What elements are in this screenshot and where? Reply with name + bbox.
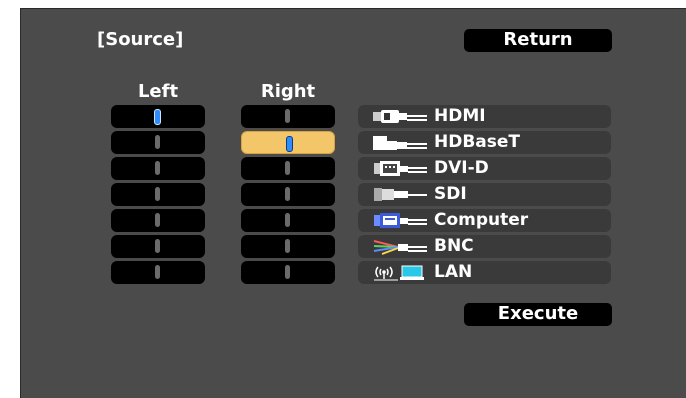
- slot-indicator: [285, 239, 290, 253]
- right-slot-dvi-d[interactable]: [241, 157, 335, 180]
- computer-icon: [374, 213, 427, 228]
- right-slot-sdi[interactable]: [241, 183, 335, 206]
- right-slot-bnc[interactable]: [241, 235, 335, 258]
- sdi-icon: [374, 188, 427, 201]
- left-slot-lan[interactable]: [111, 261, 205, 284]
- slot-indicator: [285, 265, 290, 279]
- slot-indicator: [155, 239, 160, 253]
- left-slot-dvi-d[interactable]: [111, 157, 205, 180]
- slot-indicator: [155, 161, 160, 175]
- source-item-dvi-d[interactable]: DVI-D: [358, 157, 611, 180]
- source-item-computer[interactable]: Computer: [358, 209, 611, 232]
- source-label: HDMI: [434, 106, 486, 126]
- source-label: HDBaseT: [434, 132, 521, 152]
- right-slot-lan[interactable]: [241, 261, 335, 284]
- slot-indicator: [155, 187, 160, 201]
- slot-indicator: [286, 136, 293, 152]
- right-slot-hdbaset[interactable]: [241, 131, 335, 154]
- slot-indicator: [154, 109, 161, 125]
- left-slot-bnc[interactable]: [111, 235, 205, 258]
- source-label: BNC: [434, 236, 474, 256]
- source-item-hdbaset[interactable]: HDBaseT: [358, 131, 611, 154]
- left-slot-sdi[interactable]: [111, 183, 205, 206]
- slot-indicator: [285, 109, 290, 123]
- slot-indicator: [285, 213, 290, 227]
- source-label: SDI: [434, 184, 467, 204]
- page-title: [Source]: [97, 29, 184, 50]
- source-label: Computer: [434, 210, 529, 230]
- lan-icon: [374, 265, 424, 281]
- source-label: LAN: [434, 262, 473, 282]
- slot-indicator: [155, 265, 160, 279]
- left-column-header: Left: [137, 81, 179, 102]
- slot-indicator: [155, 213, 160, 227]
- left-slot-hdbaset[interactable]: [111, 131, 205, 154]
- slot-indicator: [285, 161, 290, 175]
- source-item-lan[interactable]: LAN: [358, 261, 611, 284]
- left-slot-hdmi[interactable]: [111, 105, 205, 128]
- source-screen: [Source] Return Left Right HDMI HDBaseT …: [20, 8, 686, 398]
- left-slot-computer[interactable]: [111, 209, 205, 232]
- source-item-hdmi[interactable]: HDMI: [358, 105, 611, 128]
- execute-button[interactable]: Execute: [464, 303, 612, 326]
- hdmi-icon: [373, 110, 427, 123]
- source-item-sdi[interactable]: SDI: [358, 183, 611, 206]
- bnc-icon: [373, 240, 427, 255]
- hdbaset-icon: [373, 136, 427, 150]
- dvi-d-icon: [374, 161, 427, 176]
- return-button[interactable]: Return: [464, 29, 612, 52]
- slot-indicator: [285, 187, 290, 201]
- source-label: DVI-D: [434, 158, 489, 178]
- source-item-bnc[interactable]: BNC: [358, 235, 611, 258]
- slot-indicator: [155, 135, 160, 149]
- right-slot-computer[interactable]: [241, 209, 335, 232]
- right-column-header: Right: [260, 81, 316, 102]
- right-slot-hdmi[interactable]: [241, 105, 335, 128]
